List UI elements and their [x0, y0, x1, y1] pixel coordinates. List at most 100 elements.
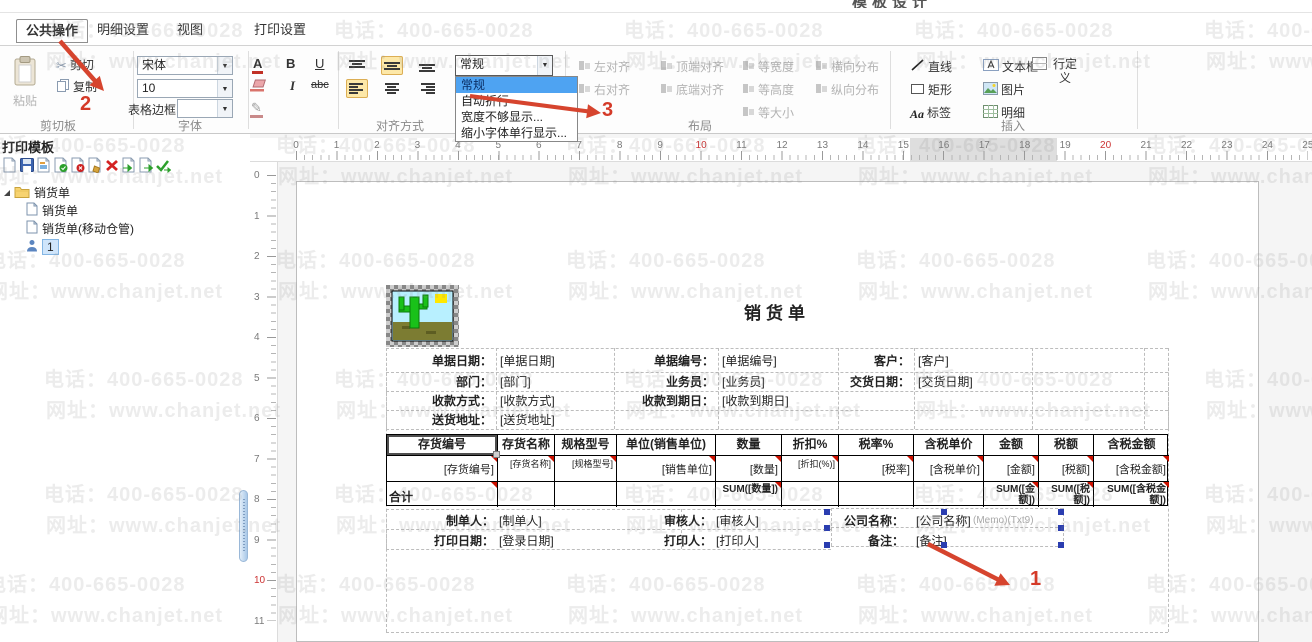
- delete-template-icon[interactable]: [104, 157, 120, 173]
- save-template-icon[interactable]: [19, 157, 35, 173]
- template-field-label[interactable]: 收款到期日：: [614, 392, 714, 409]
- template-field-value[interactable]: [制单人]: [499, 512, 542, 529]
- border-color-pencil-icon[interactable]: ✎: [250, 100, 263, 116]
- template-field-value[interactable]: [部门]: [500, 373, 531, 390]
- template-field-label[interactable]: 交货日期：: [838, 373, 910, 390]
- template-field-label[interactable]: 打印人：: [597, 532, 712, 549]
- detail-field-cell[interactable]: [折扣(%)]: [781, 455, 838, 481]
- wrap-option-2[interactable]: 宽度不够显示...: [456, 109, 577, 125]
- highlight-eraser-icon[interactable]: [249, 78, 266, 95]
- detail-header-cell[interactable]: 含税金额: [1093, 435, 1169, 455]
- chevron-down-icon[interactable]: [217, 80, 232, 97]
- template-field-value[interactable]: [业务员]: [722, 373, 765, 390]
- selection-handle[interactable]: [941, 542, 947, 548]
- wrap-option-1[interactable]: 自动折行: [456, 93, 577, 109]
- apply-template-icon[interactable]: [155, 157, 171, 173]
- detail-total-cell[interactable]: SUM([金额]): [983, 481, 1038, 507]
- detail-field-cell[interactable]: [金额]: [983, 455, 1038, 481]
- bold-icon[interactable]: B: [286, 56, 295, 71]
- text-wrap-combo[interactable]: 常规: [455, 55, 553, 76]
- detail-total-cell[interactable]: [838, 481, 913, 507]
- font-color-icon[interactable]: A: [252, 56, 263, 74]
- template-field-label[interactable]: 公司名称：: [835, 512, 904, 529]
- approve-template-icon[interactable]: [53, 157, 69, 173]
- edit-template-icon[interactable]: [87, 157, 103, 173]
- detail-header-cell[interactable]: 税额: [1038, 435, 1093, 455]
- detail-total-cell[interactable]: [497, 481, 554, 507]
- detail-total-cell[interactable]: [913, 481, 983, 507]
- chevron-down-icon[interactable]: [217, 100, 232, 117]
- template-field-label[interactable]: 业务员：: [614, 373, 714, 390]
- template-field-label[interactable]: 制单人：: [386, 512, 494, 529]
- template-field-label[interactable]: 打印日期：: [386, 532, 494, 549]
- detail-field-cell[interactable]: [规格型号]: [554, 455, 616, 481]
- label-button[interactable]: Aa标签: [910, 103, 951, 123]
- template-field-label[interactable]: 备注：: [835, 532, 904, 549]
- template-field-label[interactable]: 客户：: [838, 352, 910, 369]
- detail-field-cell[interactable]: [存货编号]: [387, 455, 497, 481]
- detail-total-cell[interactable]: SUM([税额]): [1038, 481, 1093, 507]
- template-field-label[interactable]: 审核人：: [597, 512, 712, 529]
- detail-field-cell[interactable]: [税率]: [838, 455, 913, 481]
- tab-print-settings[interactable]: 打印设置: [245, 19, 315, 43]
- tab-view[interactable]: 视图: [168, 19, 212, 43]
- template-field-value[interactable]: [交货日期]: [918, 373, 973, 390]
- detail-header-cell[interactable]: 数量: [715, 435, 781, 455]
- splitter-grip-icon[interactable]: [239, 490, 248, 562]
- table-border-combo[interactable]: [177, 99, 233, 118]
- italic-icon[interactable]: I: [290, 78, 295, 94]
- halign-center-icon[interactable]: [381, 79, 403, 98]
- cut-button[interactable]: ✂剪切: [56, 55, 94, 75]
- template-field-value[interactable]: [收款方式]: [500, 392, 555, 409]
- text-wrap-dropdown[interactable]: 常规自动折行宽度不够显示...缩小字体单行显示...: [455, 76, 578, 142]
- tree-item-1[interactable]: 1: [26, 238, 59, 256]
- detail-header-cell[interactable]: 含税单价: [913, 435, 983, 455]
- underline-icon[interactable]: U: [315, 56, 324, 71]
- detail-field-cell[interactable]: [数量]: [715, 455, 781, 481]
- tree-item-salesorder-mobile[interactable]: 销货单(移动仓管): [26, 220, 134, 238]
- template-field-label[interactable]: 送货地址：: [386, 411, 492, 428]
- detail-header-cell[interactable]: 规格型号: [554, 435, 616, 455]
- image-button[interactable]: 图片: [983, 80, 1025, 100]
- selection-handle[interactable]: [824, 525, 830, 531]
- template-field-value[interactable]: [送货地址]: [500, 411, 555, 428]
- selection-handle[interactable]: [824, 542, 830, 548]
- detail-header-cell[interactable]: 存货名称: [497, 435, 554, 455]
- template-field-label[interactable]: 单据编号：: [614, 352, 714, 369]
- tree-expand-icon[interactable]: [4, 190, 10, 196]
- document-title[interactable]: 销货单: [577, 299, 977, 324]
- wrap-option-0[interactable]: 常规: [456, 77, 577, 93]
- detail-total-cell[interactable]: [554, 481, 616, 507]
- halign-left-icon[interactable]: [346, 79, 368, 98]
- template-logo-image[interactable]: [386, 285, 459, 350]
- font-family-combo[interactable]: 宋体: [137, 56, 233, 75]
- detail-field-cell[interactable]: [税额]: [1038, 455, 1093, 481]
- detail-total-cell[interactable]: [781, 481, 838, 507]
- template-field-label[interactable]: 部门：: [386, 373, 492, 390]
- template-field-label[interactable]: 单据日期：: [386, 352, 492, 369]
- row-define-button[interactable]: 行定义: [1032, 57, 1092, 77]
- font-size-combo[interactable]: 10: [137, 79, 233, 98]
- template-field-value[interactable]: [客户]: [918, 352, 949, 369]
- disable-template-icon[interactable]: [70, 157, 86, 173]
- line-button[interactable]: 直线: [910, 57, 952, 77]
- chevron-down-icon[interactable]: [217, 57, 232, 74]
- detail-header-cell[interactable]: 单位(销售单位): [616, 435, 715, 455]
- strikethrough-icon[interactable]: abc: [311, 79, 329, 91]
- selection-handle[interactable]: [941, 509, 947, 515]
- tab-detail-settings[interactable]: 明细设置: [88, 19, 158, 43]
- detail-field-cell[interactable]: [含税金额]: [1093, 455, 1169, 481]
- textbox-button[interactable]: 文本框: [983, 57, 1038, 77]
- selection-handle[interactable]: [1058, 509, 1064, 515]
- halign-right-icon[interactable]: [416, 79, 438, 98]
- cell-resize-grip[interactable]: [493, 451, 500, 458]
- detail-total-cell[interactable]: SUM([数量]): [715, 481, 781, 507]
- tree-item-salesorder[interactable]: 销货单: [26, 202, 78, 220]
- design-canvas[interactable]: 0123456789101112131415161718192021222324…: [250, 134, 1312, 642]
- rectangle-button[interactable]: 矩形: [910, 80, 952, 100]
- template-field-value[interactable]: [单据编号]: [722, 352, 777, 369]
- detail-header-cell[interactable]: 金额: [983, 435, 1038, 455]
- selection-handle[interactable]: [1058, 525, 1064, 531]
- template-field-value[interactable]: [打印人]: [716, 532, 759, 549]
- template-field-value[interactable]: [单据日期]: [500, 352, 555, 369]
